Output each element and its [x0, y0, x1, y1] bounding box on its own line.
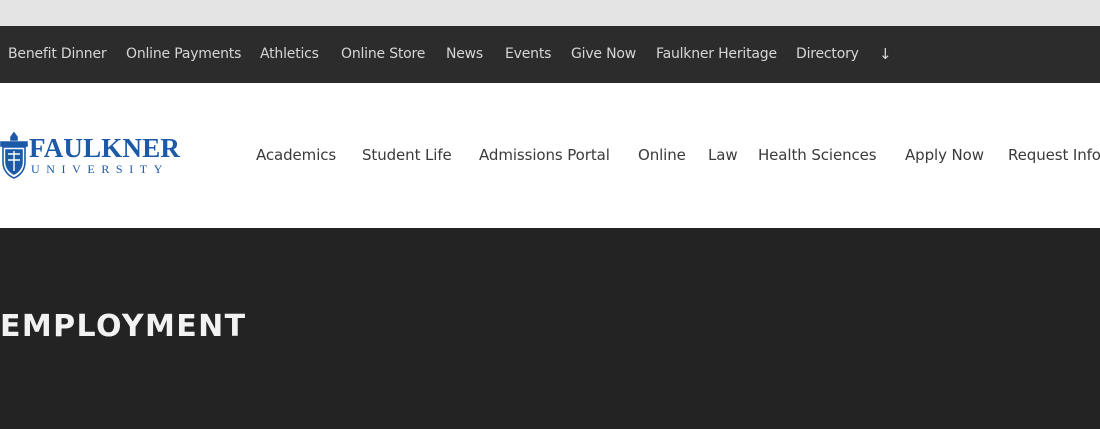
utility-link-athletics[interactable]: Athletics — [260, 26, 319, 83]
nav-student-life[interactable]: Student Life — [362, 83, 452, 228]
utility-link-online-payments[interactable]: Online Payments — [126, 26, 241, 83]
utility-nav-bar: Benefit Dinner Online Payments Athletics… — [0, 26, 1100, 83]
nav-admissions-portal[interactable]: Admissions Portal — [479, 83, 610, 228]
nav-request-info[interactable]: Request Info — [1008, 83, 1100, 228]
nav-academics[interactable]: Academics — [256, 83, 336, 228]
utility-link-give-now[interactable]: Give Now — [571, 26, 636, 83]
utility-link-events[interactable]: Events — [505, 26, 551, 83]
logo-subtitle: UNIVERSITY — [31, 162, 169, 176]
utility-link-news[interactable]: News — [446, 26, 483, 83]
nav-online[interactable]: Online — [638, 83, 686, 228]
utility-link-faulkner-heritage[interactable]: Faulkner Heritage — [656, 26, 777, 83]
top-strip — [0, 0, 1100, 26]
shield-crest-icon — [0, 131, 28, 179]
logo-wordmark: FAULKNER — [29, 133, 181, 163]
utility-link-online-store[interactable]: Online Store — [341, 26, 425, 83]
page-title: EMPLOYMENT — [0, 309, 247, 344]
nav-health-sciences[interactable]: Health Sciences — [758, 83, 877, 228]
utility-link-benefit-dinner[interactable]: Benefit Dinner — [8, 26, 107, 83]
nav-law[interactable]: Law — [708, 83, 738, 228]
arrow-down-icon[interactable]: ↓ — [879, 26, 892, 83]
nav-apply-now[interactable]: Apply Now — [905, 83, 984, 228]
faulkner-logo[interactable]: FAULKNER UNIVERSITY — [0, 131, 200, 181]
site-header: FAULKNER UNIVERSITY Academics Student Li… — [0, 83, 1100, 228]
utility-link-directory[interactable]: Directory — [796, 26, 859, 83]
